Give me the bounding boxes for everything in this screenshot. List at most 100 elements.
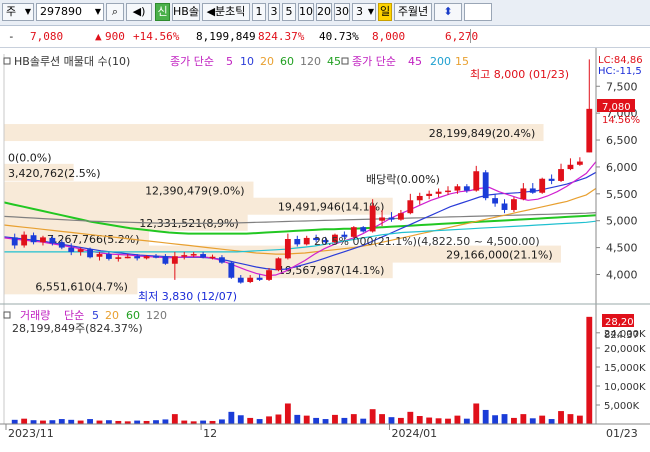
volume-bar: [247, 417, 254, 424]
legend-ma2-p3: 15: [455, 55, 469, 68]
chevron-down-icon: ▼: [94, 7, 101, 16]
candle-body: [68, 247, 75, 252]
intraday-period-button[interactable]: ◀분초틱: [202, 3, 250, 21]
change-percent: +14.56%: [133, 30, 180, 43]
legend-ma2-p1b: 45: [408, 55, 422, 68]
extra-input[interactable]: [464, 3, 492, 21]
period-tab-20[interactable]: 20: [316, 3, 332, 21]
profile-label: 29,166,000(21.1%): [446, 249, 553, 262]
candle-body: [511, 199, 517, 210]
volume-bar: [322, 419, 329, 424]
volume-bar: [237, 415, 244, 424]
toolbar: 주 ▼ 297890 ▼ ⌕ ◀) 신 HB솔 ◀분초틱 1 3 5 10 20 30 3 ▼ …: [0, 0, 650, 26]
lc-label: LC:84,86: [598, 55, 643, 66]
candle-body: [482, 172, 489, 199]
candle-body: [181, 255, 188, 257]
candle-body: [153, 256, 159, 258]
count-select[interactable]: 3 ▼: [352, 3, 376, 21]
period-tab-5[interactable]: 5: [282, 3, 296, 21]
credit-badge[interactable]: 신: [155, 3, 170, 21]
market-select[interactable]: 주 ▼: [2, 3, 34, 21]
candle-body: [388, 217, 395, 220]
volume-bar: [266, 416, 272, 424]
candle-body: [115, 257, 122, 259]
volume-bar: [473, 403, 480, 424]
volume-bar: [332, 414, 338, 424]
price-tick-label: 4,500: [606, 242, 638, 255]
change-up-icon: ▲: [95, 30, 102, 43]
week-month-year-label: 주월년: [397, 5, 429, 18]
volume-bar: [482, 409, 489, 424]
current-price: 7,080: [30, 30, 64, 43]
candle-body: [58, 242, 65, 248]
volume-bar: [58, 419, 65, 424]
volume-bar: [21, 418, 28, 424]
search-button[interactable]: ⌕: [106, 3, 124, 21]
price-range-label: 20.5% 000(21.1%)(4,822.50 ~ 4,500.00): [314, 235, 540, 248]
period-tab-10[interactable]: 10: [298, 3, 314, 21]
candle-body: [87, 249, 93, 258]
candle-body: [501, 203, 508, 210]
candle-body: [529, 188, 536, 193]
candle-body: [200, 254, 207, 258]
candle-body: [124, 256, 131, 259]
volume-ma-p3: 60: [126, 309, 140, 322]
volume-bar: [87, 419, 93, 424]
profile-label: 3,420,762(2.5%): [8, 167, 101, 180]
candle-body: [426, 193, 433, 196]
week-month-year-tabs[interactable]: 주월년: [394, 3, 432, 21]
volume-bar: [181, 420, 188, 424]
stock-name[interactable]: HB솔: [172, 3, 200, 21]
volume-bar: [407, 411, 414, 424]
volume-tick-label: 5,000K: [604, 401, 640, 412]
candle-body: [105, 254, 112, 259]
speaker-button[interactable]: ◀): [126, 3, 152, 21]
volume-legend-name: 거래량: [20, 309, 50, 322]
candle-body: [294, 238, 301, 245]
candle-body: [586, 108, 593, 153]
day-high: 8,000: [372, 30, 406, 43]
candle-body: [369, 205, 376, 232]
legend-ma1-label: 종가 단순: [170, 55, 214, 68]
volume-bar: [30, 420, 37, 424]
volume-current-label: 28,199,849주(824.37%): [12, 322, 143, 335]
chart-svg[interactable]: 28,199,849(20.4%) 0(0.0%) 3,420,762(2.5%) 1…: [0, 48, 650, 449]
volume-ma-label: 단순: [64, 309, 84, 322]
candle-body: [21, 234, 28, 246]
volume-bar: [586, 316, 593, 424]
candle-body: [416, 195, 423, 201]
period-tab-30[interactable]: 30: [334, 3, 350, 21]
price-tick-label: 5,000: [606, 215, 638, 228]
candle-body: [463, 186, 470, 191]
updown-arrow-icon: ⬍: [443, 5, 453, 18]
volume-bar: [341, 417, 348, 424]
price-tick-label: 6,000: [606, 161, 638, 174]
volume-bar: [435, 418, 442, 424]
scroll-button[interactable]: ⬍: [434, 3, 462, 21]
chart-area[interactable]: 28,199,849(20.4%) 0(0.0%) 3,420,762(2.5%) 1…: [0, 48, 650, 449]
profile-label: 6,551,610(4.7%): [35, 280, 128, 293]
turnover-rate: 40.73%: [319, 30, 359, 43]
candle-body: [576, 161, 583, 165]
candle-body: [303, 237, 310, 245]
volume-bar: [313, 417, 320, 424]
info-left-marker: -: [8, 30, 15, 43]
code-input[interactable]: 297890 ▼: [36, 3, 104, 21]
volume-bar: [200, 420, 207, 424]
volume-bar: [463, 418, 470, 424]
candle-body: [256, 277, 263, 280]
current-pct-label: 14.56%: [602, 115, 640, 126]
quote-info-bar: - 7,080 ▲ 900 +14.56% 8,199,849 824.37% …: [0, 27, 650, 48]
price-change: 900: [105, 30, 125, 43]
price-tick-label: 4,000: [606, 268, 638, 281]
period-tab-1[interactable]: 1: [252, 3, 266, 21]
day-tab[interactable]: 일: [378, 3, 392, 21]
candle-body: [567, 164, 574, 170]
credit-label: 신: [157, 5, 168, 18]
legend-ma2-p2: 200: [430, 55, 451, 68]
period-tab-3[interactable]: 3: [268, 3, 280, 21]
legend-indicator-name: HB솔루션 매물대 수(10): [14, 55, 130, 68]
candle-body: [247, 277, 254, 283]
candle-body: [11, 237, 18, 246]
ex-dividend-label: 배당락(0.00%): [366, 173, 440, 186]
